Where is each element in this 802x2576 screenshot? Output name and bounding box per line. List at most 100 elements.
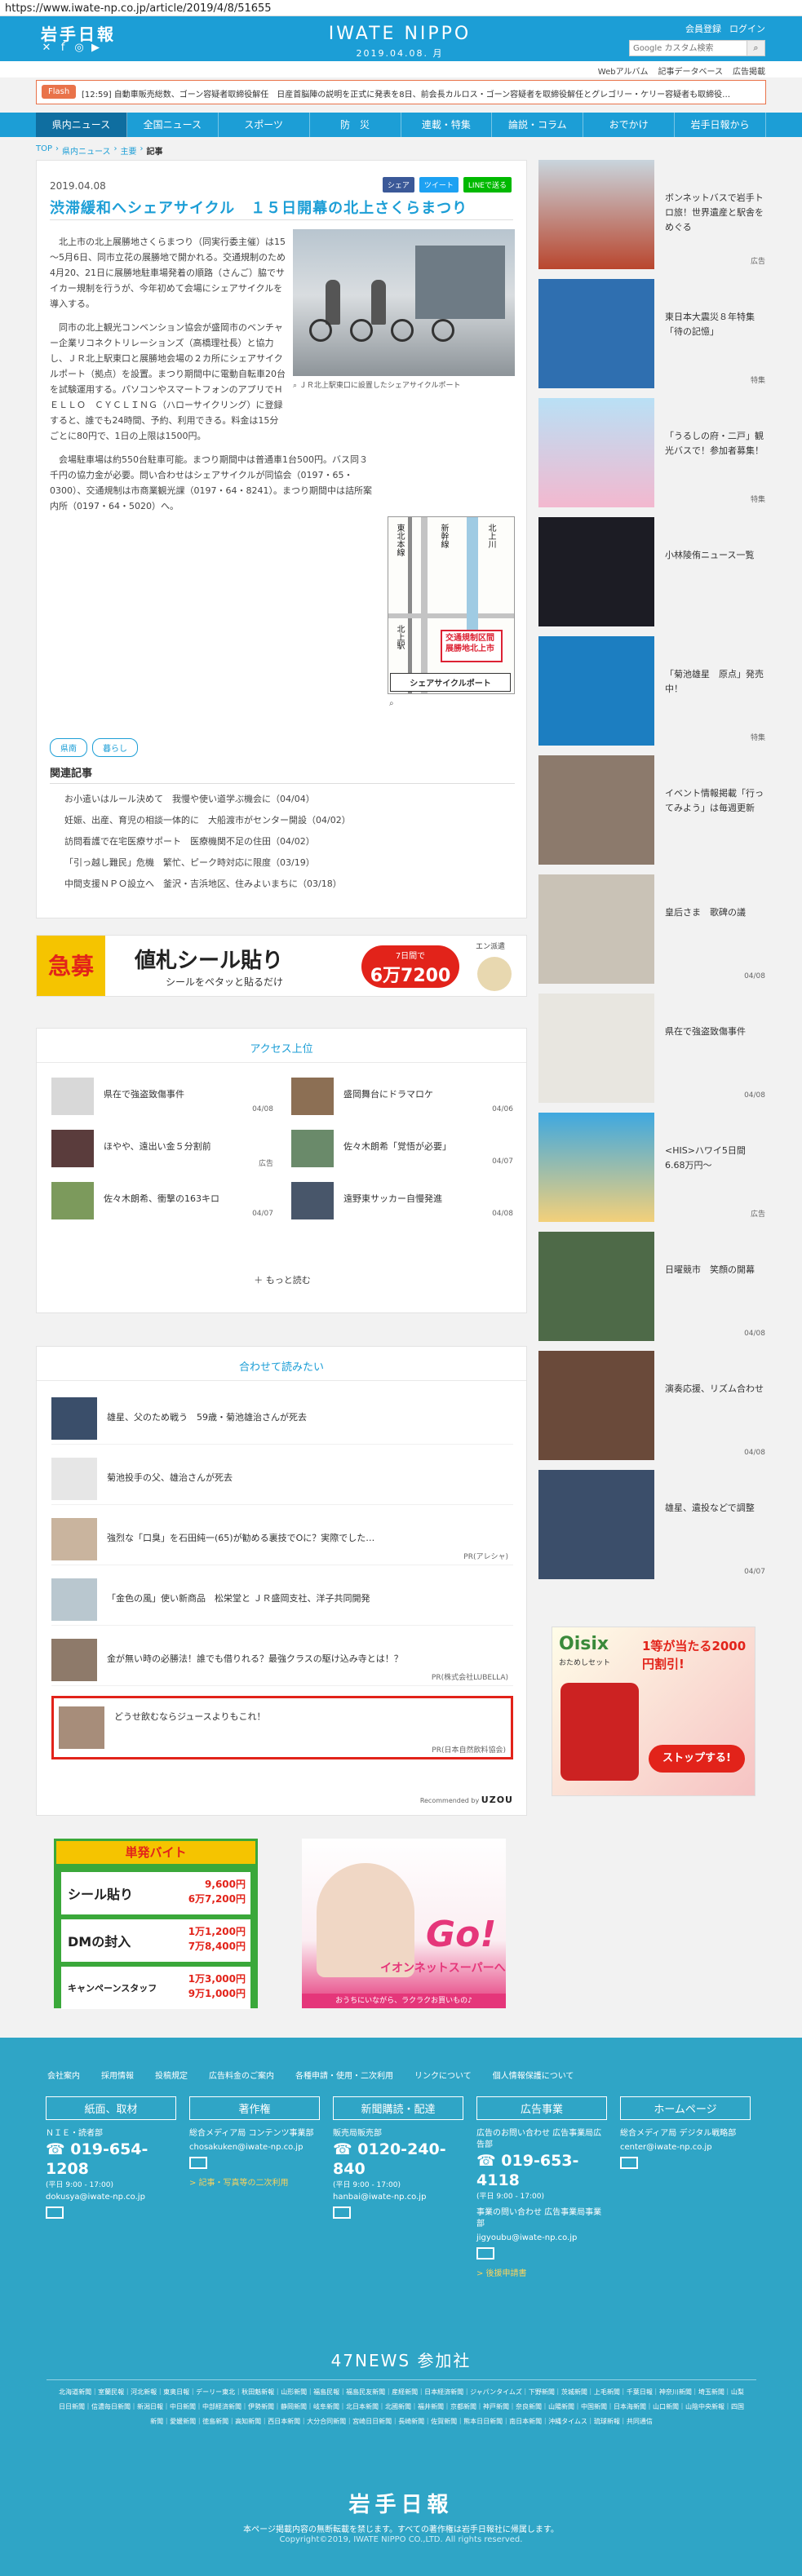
- sidebar-item[interactable]: 雄星、遺投などで調整 04/07: [538, 1470, 767, 1579]
- sidebar-item[interactable]: 小林陵侑ニュース一覧: [538, 517, 767, 626]
- line-share-button[interactable]: LINEで送る: [463, 177, 512, 193]
- mail-icon[interactable]: [476, 2247, 494, 2260]
- recommended-item[interactable]: 「金色の風」使い新商品 松栄堂と ＪＲ盛岡支社、洋子共同開発: [51, 1575, 513, 1626]
- ranking-item[interactable]: 県在で強盗致傷事件 04/08: [51, 1078, 277, 1117]
- zoom-icon[interactable]: ⌕: [389, 699, 394, 708]
- recommended-item[interactable]: 菊池投手の父、雄治さんが死去: [51, 1454, 513, 1505]
- email-link[interactable]: hanbai@iwate-np.co.jp: [333, 2193, 463, 2202]
- oisix-ad[interactable]: Oisix おためしセット 1等が当たる2000円割引! ストップする!: [552, 1627, 755, 1796]
- sidebar-item[interactable]: ボンネットバスで岩手トロ旅！世界遺産と駅舎をめぐる 広告: [538, 160, 767, 269]
- sidebar-item[interactable]: <HIS>ハワイ5日間6.68万円～ 広告: [538, 1113, 767, 1222]
- address-bar[interactable]: https://www.iwate-np.co.jp/article/2019/…: [0, 0, 802, 16]
- footer-link[interactable]: 各種申請・使用・二次利用: [295, 2069, 393, 2081]
- phone-number[interactable]: ☎ 0120-240-840: [333, 2140, 463, 2179]
- footer-logo[interactable]: 岩手日報: [0, 2488, 802, 2518]
- nav-item-sports[interactable]: スポーツ: [219, 113, 310, 137]
- email-link[interactable]: dokusya@iwate-np.co.jp: [46, 2193, 176, 2202]
- nav-item-series[interactable]: 連載・特集: [401, 113, 493, 137]
- sidebar-item[interactable]: イベント情報掲載「行ってみよう」は毎週更新: [538, 755, 767, 865]
- mail-icon[interactable]: [189, 2157, 207, 2169]
- email-link[interactable]: chosakuken@iwate-np.co.jp: [189, 2143, 320, 2152]
- part-time-job-ad[interactable]: 単発バイト シール貼り 9,600円 6万7,200円 DMの封入 1万1,200…: [54, 1839, 258, 2009]
- youtube-icon[interactable]: ▶: [90, 42, 101, 54]
- related-link[interactable]: 「引っ越し難民」危機 繁忙、ピーク時対応に限度（03/19）: [50, 852, 515, 874]
- ranking-item[interactable]: 遠野東サッカー自慢発進 04/08: [291, 1182, 516, 1221]
- nav-item-national[interactable]: 全国ニュース: [127, 113, 219, 137]
- ranking-item[interactable]: ほやや、遠出い金５分割前 広告: [51, 1130, 277, 1169]
- footer-link[interactable]: 広告料金のご案内: [209, 2069, 274, 2081]
- related-link[interactable]: 訪問看護で在宅医療サポート 医療機関不足の住田（04/02）: [50, 831, 515, 852]
- flash-news[interactable]: Flash [12:59] 自動車販売総数、ゴーン容疑者取締役解任 日産首脳陣の…: [36, 80, 766, 104]
- article-map[interactable]: 新幹線 東北本線 北上川 北上駅 交通規制区間展勝地北上市 シェアサイクルポート: [388, 516, 515, 694]
- article-db-link[interactable]: 記事データベース: [658, 64, 724, 77]
- search-button[interactable]: ⌕: [747, 40, 765, 56]
- secondary-use-link[interactable]: > 記事・写真等の二次利用: [189, 2175, 320, 2188]
- tag-kennan[interactable]: 県南: [50, 738, 87, 757]
- breadcrumb-main[interactable]: 主要: [121, 144, 137, 157]
- mail-icon[interactable]: [46, 2206, 64, 2219]
- sidebar-item[interactable]: 演奏応援、リズム合わせ 04/08: [538, 1351, 767, 1460]
- tag-kurashi[interactable]: 暮らし: [92, 738, 138, 757]
- sidebar-item[interactable]: 「うるしの府・二戸」観光バスで！参加者募集！ 特集: [538, 398, 767, 507]
- tweet-button[interactable]: ツイート: [419, 177, 459, 193]
- breadcrumb-top[interactable]: TOP: [36, 144, 52, 157]
- map-bottom-label: シェアサイクルポート: [390, 673, 511, 692]
- email-link[interactable]: center@iwate-np.co.jp: [620, 2143, 751, 2152]
- ad-stop-button[interactable]: ストップする!: [649, 1745, 745, 1773]
- facebook-icon[interactable]: f: [57, 42, 69, 54]
- email-link[interactable]: jigyoubu@iwate-np.co.jp: [476, 2233, 607, 2242]
- footer-link[interactable]: 個人情報保護について: [493, 2069, 574, 2081]
- sidebar-item[interactable]: 皇后さま 歌碑の議 04/08: [538, 874, 767, 984]
- register-link[interactable]: 会員登録: [685, 22, 721, 35]
- flash-text[interactable]: [12:59] 自動車販売総数、ゴーン容疑者取締役解任 日産首脳陣の説明を正式に…: [82, 87, 759, 100]
- footer-link[interactable]: 採用情報: [101, 2069, 134, 2081]
- nav-item-from-nippo[interactable]: 岩手日報から: [675, 113, 766, 137]
- partner-papers[interactable]: 北海道新聞｜室蘭民報｜河北新報｜東奥日報｜デーリー東北｜秋田魁新報｜山形新聞｜福…: [59, 2385, 744, 2429]
- footer-link[interactable]: 投稿規定: [155, 2069, 188, 2081]
- ranking-item[interactable]: 盛岡舞台にドラマロケ 04/06: [291, 1078, 516, 1117]
- phone-number[interactable]: ☎ 019-654-1208: [46, 2140, 176, 2179]
- recommended-item[interactable]: 雄星、父のため戦う 59歳・菊池雄治さんが死去: [51, 1394, 513, 1445]
- phone-number[interactable]: ☎ 019-653-4118: [476, 2151, 607, 2190]
- job-ad-banner[interactable]: 急募 値札シール貼り シールをペタッと貼るだけ 7日間で 6万7200円 エン派…: [36, 935, 527, 997]
- search-input[interactable]: [629, 40, 747, 56]
- instagram-icon[interactable]: ◎: [73, 42, 85, 54]
- ranking-item[interactable]: 佐々木朗希「覚悟が必要」 04/07: [291, 1130, 516, 1169]
- mail-icon[interactable]: [620, 2157, 638, 2169]
- ad-link[interactable]: 広告掲載: [733, 64, 765, 77]
- mail-icon[interactable]: [333, 2206, 351, 2219]
- ranking-item[interactable]: 佐々木朗希、衝撃の163キロ 04/07: [51, 1182, 277, 1221]
- breadcrumb-local[interactable]: 県内ニュース: [62, 144, 111, 157]
- facebook-share-button[interactable]: シェア: [382, 177, 414, 193]
- article-photo[interactable]: [293, 229, 515, 376]
- web-album-link[interactable]: Webアルバム: [598, 64, 649, 77]
- nav-item-column[interactable]: 論説・コラム: [492, 113, 584, 137]
- ad-subtitle: おためしセット: [559, 1659, 611, 1667]
- sponsorship-link[interactable]: > 後援申請書: [476, 2266, 607, 2278]
- sidebar-item[interactable]: 東日本大震災８年特集「待の記憶」 特集: [538, 279, 767, 388]
- sidebar-item[interactable]: 「菊池雄星 原点」発売中！ 特集: [538, 636, 767, 746]
- nav-item-local[interactable]: 県内ニュース: [36, 113, 127, 137]
- related-link[interactable]: お小遣いはルール決めて 我慢や使い道学ぶ機会に（04/04）: [50, 789, 515, 810]
- sidebar-item[interactable]: 県在で強盗致傷事件 04/08: [538, 994, 767, 1103]
- footer-link[interactable]: リンクについて: [414, 2069, 472, 2081]
- header-date: 2019.04.08. 月: [356, 48, 444, 59]
- zoom-icon[interactable]: ⌕: [293, 382, 297, 390]
- site-brand[interactable]: IWATE NIPPO: [277, 24, 522, 44]
- recommended-item[interactable]: 金が無い時の必勝法！誰でも借りれる？最強クラスの駆け込み寺とは！？ PR(株式会…: [51, 1635, 513, 1686]
- aeon-ad[interactable]: Go! イオンネットスーパーへ おうちにいながら、ラクラクお買いもの♪: [302, 1839, 506, 2008]
- recommended-by[interactable]: Recommended by UZOU: [420, 1795, 513, 1805]
- recommended-item[interactable]: 強烈な「口臭」を石田純一(65)が勧める裏技でOに？実際でした… PR(アレシャ…: [51, 1515, 513, 1565]
- nav-item-outing[interactable]: おでかけ: [583, 113, 676, 137]
- login-link[interactable]: ログイン: [729, 22, 765, 35]
- nav-item-disaster[interactable]: 防 災: [310, 113, 401, 137]
- twitter-icon[interactable]: ✕: [41, 42, 52, 54]
- share-buttons: シェア ツイート LINEで送る: [382, 177, 512, 193]
- recommended-item-highlighted[interactable]: どうせ飲むならジュースよりもこれ！ PR(日本自然飲料協会): [51, 1696, 513, 1759]
- sidebar-item[interactable]: 日曜競市 笑顔の開幕 04/08: [538, 1232, 767, 1341]
- related-link[interactable]: 妊娠、出産、育児の相談一体的に 大船渡市がセンター開設（04/02）: [50, 810, 515, 831]
- footer-link[interactable]: 会社案内: [47, 2069, 80, 2081]
- more-button[interactable]: ＋ もっと読む: [37, 1273, 528, 1286]
- article: 2019.04.08 シェア ツイート LINEで送る 渋滞緩和へシェアサイクル…: [36, 160, 527, 918]
- related-link[interactable]: 中間支援ＮＰＯ設立へ 釜沢・吉浜地区、住みよいまちに（03/18）: [50, 874, 515, 895]
